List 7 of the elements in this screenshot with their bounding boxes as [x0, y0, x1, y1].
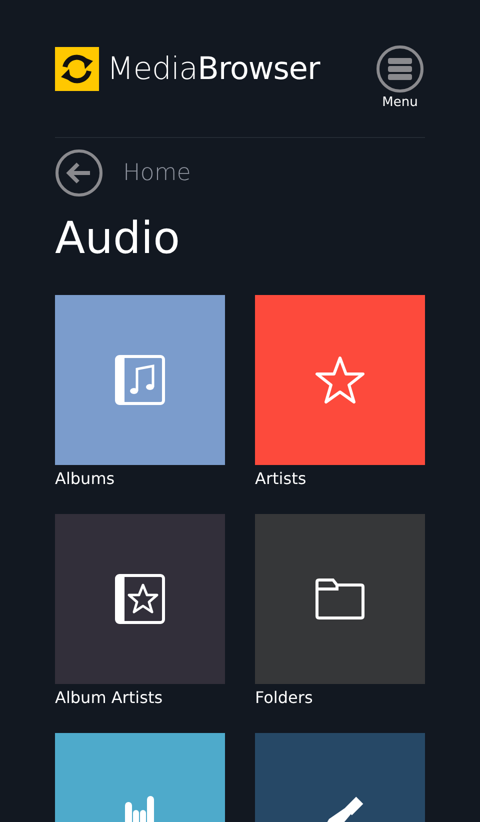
- home-link[interactable]: Home: [123, 160, 191, 186]
- tile-label: Folders: [255, 688, 314, 707]
- app-name: MediaBrowser: [107, 51, 320, 87]
- page-title: Audio: [55, 213, 182, 265]
- tile-label: Artists: [255, 469, 308, 488]
- tile-label: Album Artists: [55, 688, 164, 707]
- tile-label: Albums: [55, 469, 116, 488]
